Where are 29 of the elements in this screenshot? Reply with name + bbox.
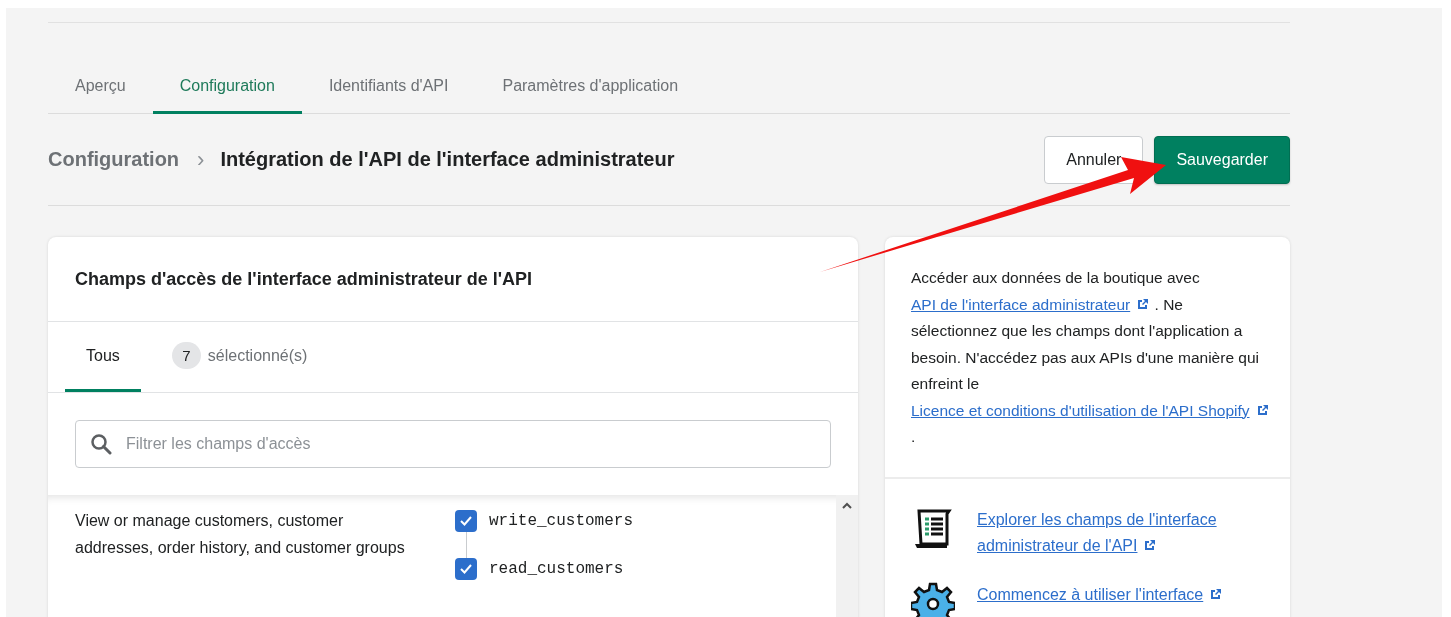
scope-name: read_customers bbox=[489, 560, 624, 578]
resource-link[interactable]: Explorer les champs de l'interface administrateur de l'API bbox=[977, 506, 1257, 560]
card-title: Champs d'accès de l'interface administrateur de l'API bbox=[48, 237, 858, 322]
tab[interactable]: Configuration bbox=[152, 60, 302, 114]
tab[interactable]: Aperçu bbox=[48, 60, 153, 114]
breadcrumb-separator: › bbox=[197, 146, 205, 173]
scope-description: View or manage customers, customer addresses, order history, and customer groups bbox=[75, 511, 406, 558]
save-button[interactable]: Sauvegarder bbox=[1154, 135, 1290, 184]
checkbox[interactable] bbox=[455, 510, 477, 532]
resource-link[interactable]: Commencez à utiliser l'interface bbox=[977, 581, 1257, 608]
search-field[interactable]: Filtrer les champs d'accès bbox=[75, 420, 831, 468]
checkmark-icon bbox=[459, 562, 473, 576]
filter-tab[interactable]: Tous bbox=[65, 322, 141, 392]
external-link-icon bbox=[1209, 586, 1224, 601]
external-link-icon bbox=[1143, 538, 1158, 552]
breadcrumb-link[interactable]: Configuration bbox=[48, 148, 180, 171]
checkbox[interactable] bbox=[455, 558, 477, 580]
doc-link[interactable]: API de l'interface administrateur bbox=[911, 295, 1151, 313]
doc-link[interactable]: Licence et conditions d'utilisation de l'API Shopify bbox=[911, 401, 1270, 419]
external-link-icon bbox=[1255, 402, 1270, 417]
tab[interactable]: Identifiants d'API bbox=[301, 60, 476, 114]
scope-name: write_customers bbox=[489, 512, 634, 530]
tab[interactable]: Paramètres d'application bbox=[475, 60, 706, 114]
filter-tab-label: sélectionné(s) bbox=[207, 346, 308, 365]
count-badge: 7 bbox=[171, 342, 201, 369]
page-title: Intégration de l'API de l'interface administrateur bbox=[220, 148, 676, 171]
filter-tab[interactable]: 7 sélectionné(s) bbox=[150, 322, 329, 392]
checkmark-icon bbox=[459, 514, 473, 528]
external-link-icon bbox=[1136, 296, 1151, 311]
